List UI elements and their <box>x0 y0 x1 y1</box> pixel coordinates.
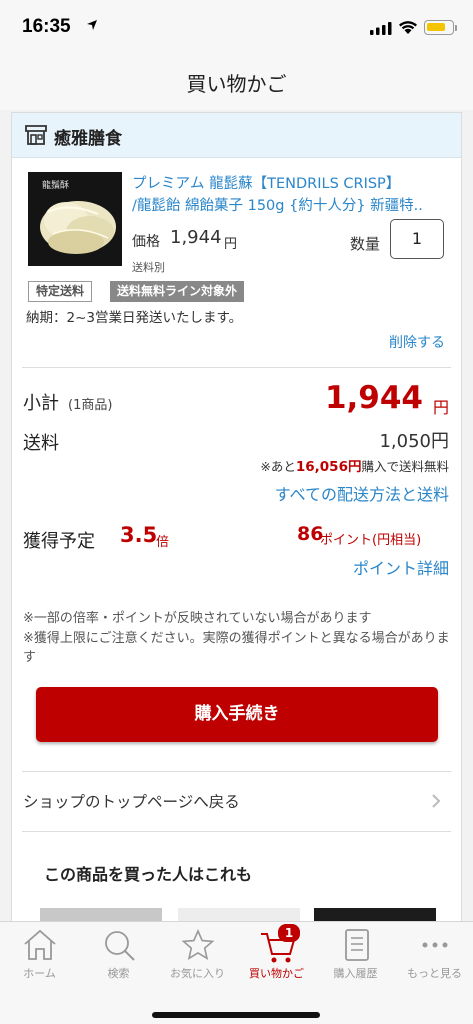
history-icon <box>345 929 369 961</box>
points-unit: ポイント(円相当) <box>320 533 422 548</box>
specific-shipping-tag: 特定送料 <box>28 281 93 302</box>
points-note-2: ※獲得上限にご注意ください。実際の獲得ポイントと異なる場合があります <box>23 631 450 665</box>
home-indicator[interactable] <box>152 1012 320 1018</box>
product-name-link[interactable]: プレミアム 龍髭蘇【TENDRILS CRISP】 /龍髭飴 綿飴菓子 150g… <box>132 173 432 217</box>
price-value: 1,944 <box>170 227 222 248</box>
tab-label: ホーム <box>23 967 56 980</box>
free-shipping-note: ※あと16,056円購入で送料無料 <box>260 455 449 475</box>
free-shipping-prefix: ※あと <box>260 459 296 474</box>
tab-label: 購入履歴 <box>333 967 378 980</box>
subtotal-value: 1,944 <box>324 380 423 416</box>
tab-label: 検索 <box>107 967 130 980</box>
tab-label: 買い物かご <box>249 967 304 980</box>
thumb-label: 龍鬚酥 <box>42 181 70 191</box>
points-label: 獲得予定 <box>23 531 95 552</box>
quantity-input[interactable]: 1 <box>390 219 444 259</box>
shop-top-link[interactable]: ショップのトップページへ戻る <box>23 790 240 812</box>
points-rate: 3.5 <box>120 523 158 547</box>
shipping-label: 送料 <box>23 433 59 454</box>
points-detail-link[interactable]: ポイント詳細 <box>353 555 449 579</box>
cart-card: 癒雅膳食 龍鬚酥 プレミアム 龍髭蘇【TENDRILS CRISP】 /龍髭飴 … <box>11 112 462 925</box>
free-shipping-excluded-tag: 送料無料ライン対象外 <box>110 281 245 302</box>
divider <box>22 367 451 368</box>
subtotal-label: 小計 <box>23 393 59 414</box>
tab-label: もっと見る <box>407 967 462 980</box>
cellular-signal-icon <box>370 22 392 35</box>
wifi-icon <box>399 21 417 34</box>
shop-header[interactable]: 癒雅膳食 <box>12 113 461 158</box>
product-name-line: /龍髭飴 綿飴菓子 150g {約十人分} 新疆特.. <box>132 198 423 214</box>
location-arrow-icon <box>87 20 97 30</box>
battery-icon <box>424 20 454 35</box>
delete-link[interactable]: 削除する <box>389 332 445 352</box>
shop-icon <box>25 125 47 145</box>
subtotal-unit: 円 <box>432 398 449 417</box>
more-icon <box>422 942 448 948</box>
tab-favorites[interactable]: お気に入り <box>158 922 237 992</box>
status-bar: 16:35 <box>0 0 473 58</box>
product-image[interactable]: 龍鬚酥 <box>28 172 122 266</box>
points-note-1: ※一部の倍率・ポイントが反映されていない場合があります <box>23 611 372 626</box>
free-shipping-suffix: 購入で送料無料 <box>361 459 449 474</box>
status-time: 16:35 <box>22 16 71 37</box>
tab-bar: ホーム 検索 お気に入り 1 買い物かご 購入履歴 もっと見る <box>0 921 473 1024</box>
tab-history[interactable]: 購入履歴 <box>316 922 395 992</box>
shop-name: 癒雅膳食 <box>54 129 122 149</box>
search-icon <box>105 931 135 961</box>
price-label: 価格 <box>132 234 160 250</box>
home-icon <box>24 929 56 960</box>
nav-bar: 買い物かご <box>0 58 473 110</box>
tab-cart[interactable]: 1 買い物かご <box>237 922 316 992</box>
price-unit: 円 <box>224 237 238 252</box>
star-icon <box>181 929 215 960</box>
all-shipping-methods-link[interactable]: すべての配送方法と送料 <box>275 481 449 505</box>
free-shipping-amount: 16,056円 <box>295 459 362 475</box>
subtotal-count: (1商品) <box>68 398 113 413</box>
product-name-line: プレミアム 龍髭蘇【TENDRILS CRISP】 <box>132 176 401 192</box>
points-rate-unit: 倍 <box>156 535 170 550</box>
tab-more[interactable]: もっと見る <box>395 922 473 992</box>
divider <box>22 831 451 832</box>
purchase-button[interactable]: 購入手続き <box>36 687 438 742</box>
shipping-value: 1,050円 <box>379 431 449 452</box>
chevron-right-icon <box>432 794 441 808</box>
quantity-label: 数量 <box>350 235 381 253</box>
shipping-separate-note: 送料別 <box>132 261 165 274</box>
page-title: 買い物かご <box>186 72 287 96</box>
delivery-time: 納期：2~3営業日発送いたします。 <box>26 310 243 326</box>
tab-home[interactable]: ホーム <box>0 922 79 992</box>
recommendation-title: この商品を買った人はこれも <box>44 865 253 884</box>
tab-label: お気に入り <box>170 967 225 980</box>
cart-count-badge: 1 <box>278 924 300 942</box>
tab-search[interactable]: 検索 <box>79 922 158 992</box>
divider <box>22 771 451 772</box>
